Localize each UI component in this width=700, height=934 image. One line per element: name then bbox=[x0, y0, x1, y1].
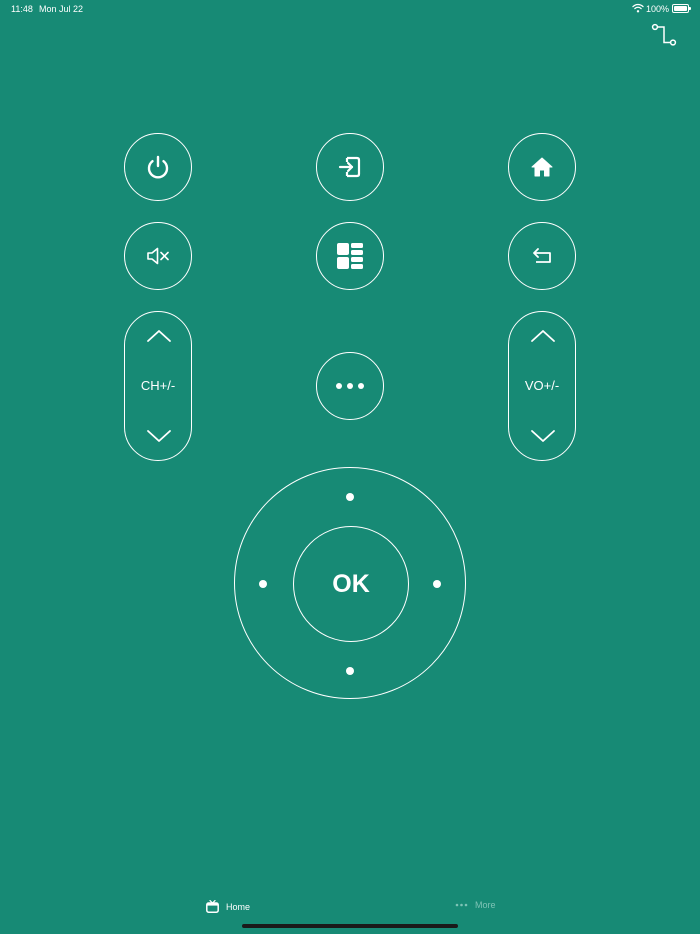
tab-home[interactable]: Home bbox=[206, 900, 250, 913]
status-time: 11:48 bbox=[11, 4, 33, 14]
direction-pad: OK bbox=[234, 467, 466, 699]
tab-home-label: Home bbox=[226, 901, 251, 912]
menu-button[interactable] bbox=[316, 222, 384, 290]
battery-percent: 100% bbox=[646, 4, 670, 14]
mute-icon bbox=[147, 247, 169, 265]
channel-up-button[interactable] bbox=[146, 328, 172, 344]
menu-grid-icon bbox=[337, 243, 363, 269]
ellipsis-icon bbox=[455, 903, 468, 907]
back-button[interactable] bbox=[508, 222, 576, 290]
wifi-icon bbox=[632, 3, 644, 13]
back-icon bbox=[533, 248, 551, 263]
power-icon bbox=[147, 155, 169, 179]
home-button[interactable] bbox=[508, 133, 576, 201]
connection-route-icon[interactable] bbox=[650, 22, 678, 48]
channel-down-button[interactable] bbox=[146, 428, 172, 444]
dpad-right-button[interactable] bbox=[433, 580, 441, 588]
battery-icon bbox=[672, 4, 691, 13]
volume-control: VO+/- bbox=[508, 311, 576, 461]
dpad-down-button[interactable] bbox=[346, 667, 354, 675]
channel-control: CH+/- bbox=[124, 311, 192, 461]
tab-more-label: More bbox=[475, 900, 496, 910]
ok-button[interactable]: OK bbox=[293, 526, 409, 642]
tab-more[interactable]: More bbox=[455, 900, 496, 910]
home-indicator bbox=[242, 924, 458, 928]
channel-label: CH+/- bbox=[140, 378, 176, 393]
dpad-up-button[interactable] bbox=[346, 493, 354, 501]
power-button[interactable] bbox=[124, 133, 192, 201]
volume-up-button[interactable] bbox=[530, 328, 556, 344]
home-icon bbox=[531, 157, 553, 177]
volume-label: VO+/- bbox=[524, 378, 560, 393]
dpad-left-button[interactable] bbox=[259, 580, 267, 588]
tv-icon bbox=[206, 900, 219, 913]
more-dots-icon bbox=[336, 383, 364, 389]
mute-button[interactable] bbox=[124, 222, 192, 290]
more-options-button[interactable] bbox=[316, 352, 384, 420]
input-source-icon bbox=[338, 156, 361, 178]
volume-down-button[interactable] bbox=[530, 428, 556, 444]
input-source-button[interactable] bbox=[316, 133, 384, 201]
status-bar: 11:48 Mon Jul 22 100% bbox=[0, 0, 700, 18]
status-date: Mon Jul 22 bbox=[39, 4, 84, 14]
